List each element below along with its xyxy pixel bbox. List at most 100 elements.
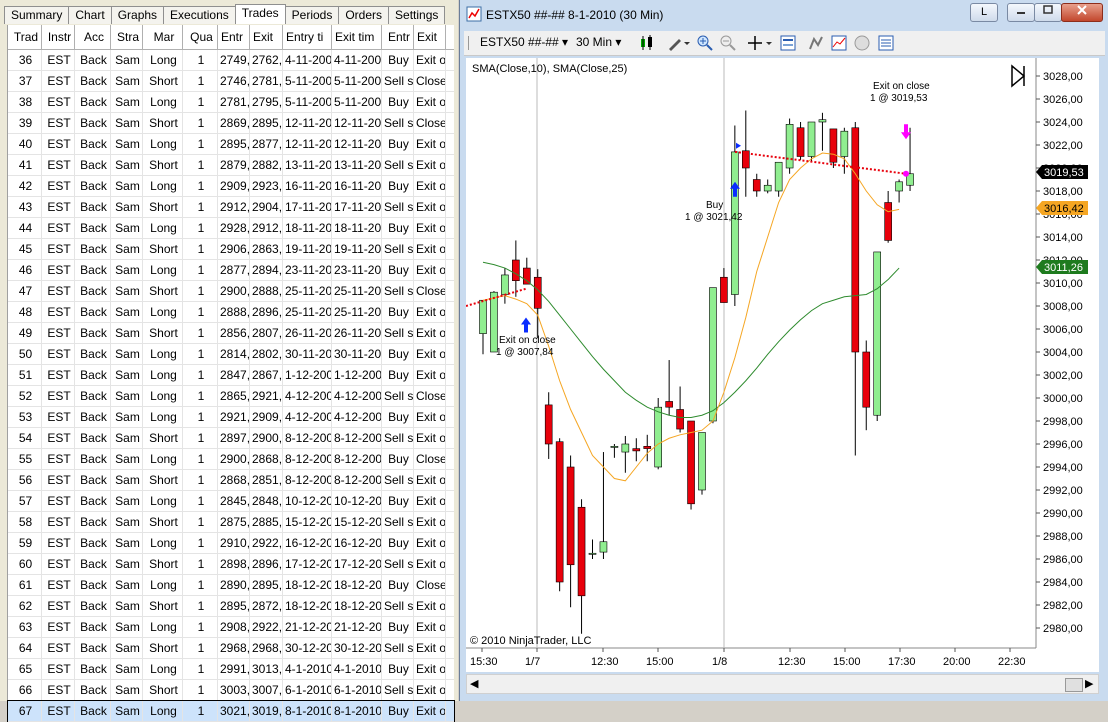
table-row[interactable]: 45 EST Back Sam Short 1 2906, 2863, 19-11-20 19-1…: [8, 239, 454, 260]
table-row[interactable]: 37 EST Back Sam Short 1 2746, 2781, 5-11-200 5-11…: [8, 71, 454, 92]
indicators-icon[interactable]: [831, 35, 847, 51]
table-cell: Back: [75, 134, 111, 154]
scroll-left-icon[interactable]: ◀: [470, 677, 478, 690]
table-row[interactable]: 38 EST Back Sam Long 1 2781, 2795, 5-11-200 5-11-…: [8, 92, 454, 113]
table-cell: 44: [8, 218, 42, 238]
table-row[interactable]: 62 EST Back Sam Short 1 2895, 2872, 18-12-20 18-1…: [8, 596, 454, 617]
column-header[interactable]: Stra: [111, 25, 143, 49]
table-row[interactable]: 47 EST Back Sam Short 1 2900, 2888, 25-11-20 25-1…: [8, 281, 454, 302]
table-row[interactable]: 66 EST Back Sam Short 1 3003, 3007, 6-1-2010 6-1-…: [8, 680, 454, 701]
table-row[interactable]: 57 EST Back Sam Long 1 2845, 2848, 10-12-20 10-12…: [8, 491, 454, 512]
table-cell: Close: [414, 113, 446, 133]
column-header[interactable]: Mar: [143, 25, 183, 49]
table-row[interactable]: 67 EST Back Sam Long 1 3021, 3019, 8-1-2010 8-1-2…: [7, 700, 455, 722]
table-row[interactable]: 43 EST Back Sam Short 1 2912, 2904, 17-11-20 17-1…: [8, 197, 454, 218]
table-row[interactable]: 51 EST Back Sam Long 1 2847, 2867, 1-12-200 1-12-…: [8, 365, 454, 386]
table-row[interactable]: 61 EST Back Sam Long 1 2890, 2895, 18-12-20 18-12…: [8, 575, 454, 596]
table-row[interactable]: 39 EST Back Sam Short 1 2869, 2895, 12-11-20 12-1…: [8, 113, 454, 134]
column-header[interactable]: Acc: [75, 25, 111, 49]
close-button[interactable]: [1061, 3, 1103, 22]
table-row[interactable]: 40 EST Back Sam Long 1 2895, 2877, 12-11-20 12-11…: [8, 134, 454, 155]
table-cell: EST: [42, 218, 75, 238]
table-cell: Sam: [111, 701, 143, 721]
scroll-thumb[interactable]: [1065, 678, 1083, 692]
instrument-selector[interactable]: ESTX50 ##-## ▾: [480, 35, 568, 49]
tab-summary[interactable]: Summary: [4, 6, 70, 24]
maximize-button[interactable]: [1034, 3, 1062, 22]
table-row[interactable]: 63 EST Back Sam Long 1 2908, 2922, 21-12-20 21-12…: [8, 617, 454, 638]
zoom-out-icon[interactable]: [720, 35, 736, 51]
table-row[interactable]: 41 EST Back Sam Short 1 2879, 2882, 13-11-20 13-1…: [8, 155, 454, 176]
column-header[interactable]: Exit: [414, 25, 446, 49]
table-row[interactable]: 58 EST Back Sam Short 1 2875, 2885, 15-12-20 15-1…: [8, 512, 454, 533]
list-icon[interactable]: [878, 35, 894, 51]
tab-orders[interactable]: Orders: [338, 6, 390, 24]
column-header[interactable]: Instr: [42, 25, 75, 49]
column-header[interactable]: Entry ti: [283, 25, 332, 49]
table-row[interactable]: 50 EST Back Sam Long 1 2814, 2802, 30-11-20 30-11…: [8, 344, 454, 365]
table-row[interactable]: 46 EST Back Sam Long 1 2877, 2894, 23-11-20 23-11…: [8, 260, 454, 281]
table-row[interactable]: 65 EST Back Sam Long 1 2991, 3013, 4-1-2010 4-1-2…: [8, 659, 454, 680]
table-row[interactable]: 48 EST Back Sam Long 1 2888, 2896, 25-11-20 25-11…: [8, 302, 454, 323]
tab-chart[interactable]: Chart: [68, 6, 112, 24]
properties-icon[interactable]: [780, 35, 796, 51]
chart-panel[interactable]: 3028,003026,003024,003022,003020,003018,…: [465, 58, 1099, 672]
candlestick-style-icon[interactable]: [638, 35, 660, 51]
data-box-icon[interactable]: [854, 35, 870, 51]
table-row[interactable]: 44 EST Back Sam Long 1 2928, 2912, 18-11-20 18-11…: [8, 218, 454, 239]
table-row[interactable]: 60 EST Back Sam Short 1 2898, 2896, 17-12-20 17-1…: [8, 554, 454, 575]
table-cell: 23-11-20: [283, 260, 332, 280]
tab-graphs[interactable]: Graphs: [110, 6, 165, 24]
minimize-button[interactable]: [1007, 3, 1035, 22]
column-header[interactable]: Exit: [250, 25, 283, 49]
table-row[interactable]: 59 EST Back Sam Long 1 2910, 2922, 16-12-20 16-12…: [8, 533, 454, 554]
table-cell: Exit o: [414, 554, 446, 574]
table-cell: EST: [42, 260, 75, 280]
table-row[interactable]: 56 EST Back Sam Short 1 2868, 2851, 8-12-200 8-12…: [8, 470, 454, 491]
table-cell: 25-11-20: [283, 281, 332, 301]
table-cell: 10-12-20: [332, 491, 382, 511]
table-cell: Long: [143, 260, 183, 280]
table-cell: EST: [42, 113, 75, 133]
column-header[interactable]: Entr: [382, 25, 414, 49]
table-row[interactable]: 36 EST Back Sam Long 1 2749, 2762, 4-11-200 4-11-…: [8, 50, 454, 71]
column-header[interactable]: Qua: [183, 25, 218, 49]
table-row[interactable]: 53 EST Back Sam Long 1 2921, 2909, 4-12-200 4-12-…: [8, 407, 454, 428]
table-cell: 2888,: [250, 281, 283, 301]
table-cell: 1: [183, 134, 218, 154]
table-cell: 18-12-20: [332, 575, 382, 595]
table-cell: Sell s: [382, 386, 414, 406]
tab-executions[interactable]: Executions: [163, 6, 236, 24]
tab-trades[interactable]: Trades: [234, 4, 286, 24]
table-row[interactable]: 54 EST Back Sam Short 1 2897, 2900, 8-12-200 8-12…: [8, 428, 454, 449]
link-button[interactable]: L: [970, 3, 998, 22]
horizontal-scrollbar[interactable]: ◀ ▶: [466, 674, 1099, 694]
crosshair-icon[interactable]: [747, 35, 773, 51]
table-cell: Sell s: [382, 155, 414, 175]
y-tick-label: 2996,00: [1043, 439, 1083, 451]
zoom-in-icon[interactable]: [697, 35, 713, 51]
price-chart[interactable]: 3028,003026,003024,003022,003020,003018,…: [465, 58, 1099, 672]
table-row[interactable]: 64 EST Back Sam Short 1 2968, 2968, 30-12-20 30-1…: [8, 638, 454, 659]
table-cell: EST: [42, 197, 75, 217]
table-row[interactable]: 42 EST Back Sam Long 1 2909, 2923, 16-11-20 16-11…: [8, 176, 454, 197]
candle-body: [796, 127, 805, 157]
column-header[interactable]: Exit tim: [332, 25, 382, 49]
strategies-icon[interactable]: [808, 35, 824, 51]
draw-tool-icon[interactable]: [667, 35, 691, 51]
table-cell: 10-12-20: [283, 491, 332, 511]
candle-body: [873, 251, 882, 416]
table-cell: 13-11-20: [332, 155, 382, 175]
table-row[interactable]: 49 EST Back Sam Short 1 2856, 2807, 26-11-20 26-1…: [8, 323, 454, 344]
scroll-right-icon[interactable]: ▶: [1085, 677, 1093, 690]
table-row[interactable]: 52 EST Back Sam Long 1 2865, 2921, 4-12-200 4-12-…: [8, 386, 454, 407]
grid-body: 36 EST Back Sam Long 1 2749, 2762, 4-11-200 4-11-…: [7, 50, 455, 722]
tab-periods[interactable]: Periods: [284, 6, 340, 24]
table-row[interactable]: 55 EST Back Sam Long 1 2900, 2868, 8-12-200 8-12-…: [8, 449, 454, 470]
table-cell: Long: [143, 365, 183, 385]
tab-settings[interactable]: Settings: [388, 6, 446, 24]
interval-selector[interactable]: 30 Min ▾: [576, 35, 621, 49]
column-header[interactable]: Trad: [8, 25, 42, 49]
column-header[interactable]: Entr: [218, 25, 250, 49]
y-tick-label: 2986,00: [1043, 554, 1083, 566]
